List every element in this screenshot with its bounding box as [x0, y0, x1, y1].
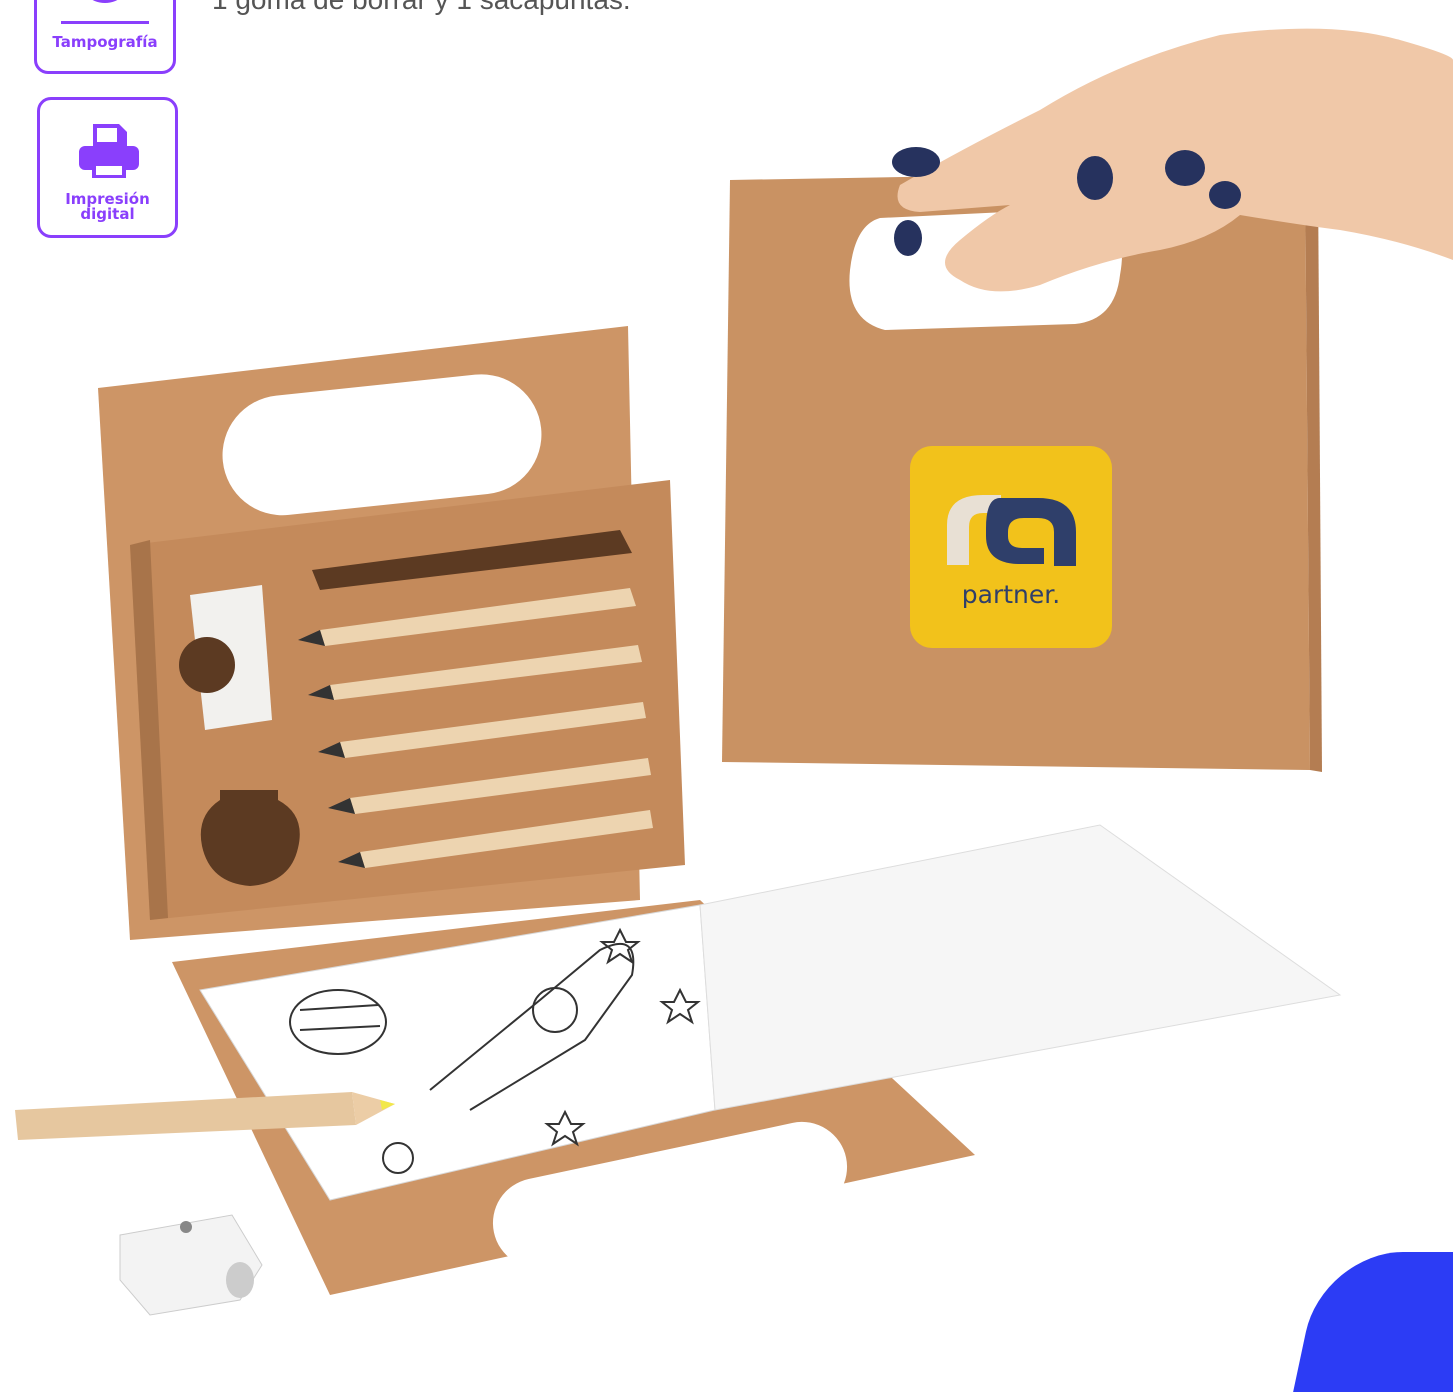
sharpener — [119, 1214, 263, 1316]
product-photo — [15, 28, 1453, 1316]
brand-logo-text: partner. — [961, 580, 1061, 609]
